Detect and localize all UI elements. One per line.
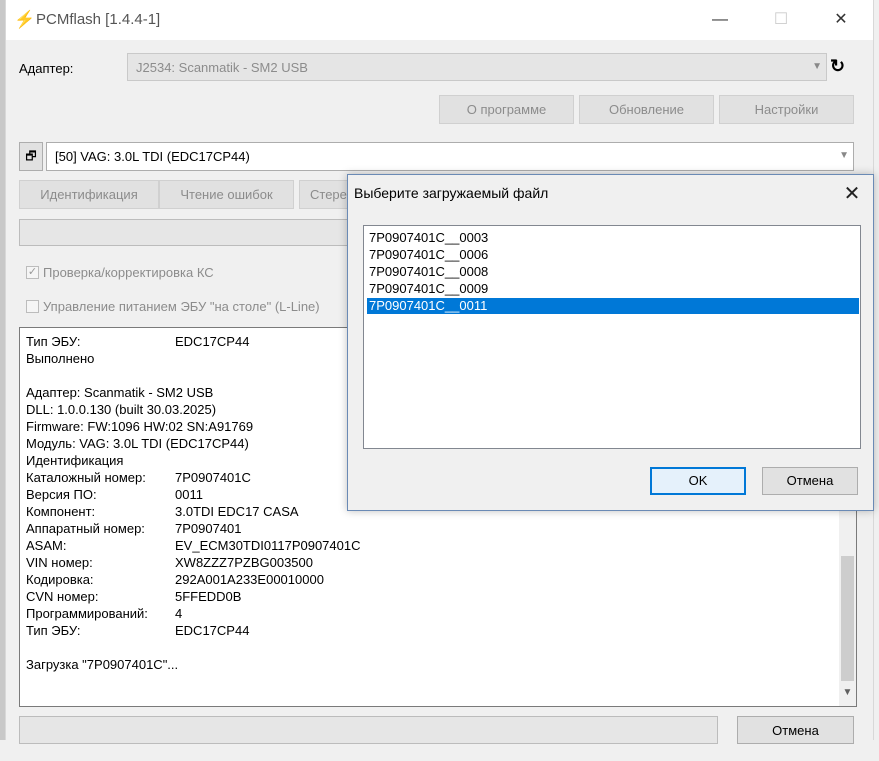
log-key: ASAM: [26, 538, 67, 553]
adapter-value: J2534: Scanmatik - SM2 USB [136, 60, 308, 75]
dialog-title: Выберите загружаемый файл [354, 185, 549, 201]
lightning-icon: ⚡ [14, 10, 36, 29]
log-key: CVN номер: [26, 589, 99, 604]
progress-bar [19, 219, 354, 246]
log-key: VIN номер: [26, 555, 93, 570]
list-item[interactable]: 7P0907401C__0009 [367, 281, 859, 297]
close-button[interactable]: ✕ [818, 0, 864, 40]
adapter-select[interactable]: J2534: Scanmatik - SM2 USB ▼ [127, 53, 827, 81]
window-title: PCMflash [1.4.4-1] [36, 11, 161, 28]
log-key: Кодировка: [26, 572, 94, 587]
log-value: 3.0TDI EDC17 CASA [175, 504, 299, 519]
dialog-cancel-button[interactable]: Отмена [762, 467, 858, 495]
log-line: Идентификация [26, 453, 124, 468]
read-errors-button[interactable]: Чтение ошибок [159, 180, 294, 209]
log-value: 7P0907401 [175, 521, 242, 536]
adapter-label: Адаптер: [19, 61, 74, 76]
bottom-progress-bar [19, 716, 718, 744]
log-value: 292A001A233E00010000 [175, 572, 324, 587]
log-line: DLL: 1.0.0.130 (built 30.03.2025) [26, 402, 217, 417]
scroll-thumb[interactable] [841, 556, 854, 681]
log-key: Выполнено [26, 351, 95, 366]
list-item-selected[interactable]: 7P0907401C__0011 [367, 298, 859, 314]
log-key: Версия ПО: [26, 487, 97, 502]
checksum-label: Проверка/корректировка КС [43, 265, 214, 280]
cancel-button[interactable]: Отмена [737, 716, 854, 744]
log-value: 4 [175, 606, 183, 621]
log-line: Загрузка "7P0907401C"... [26, 657, 179, 672]
chevron-down-icon: ▼ [812, 61, 822, 72]
file-select-dialog: Выберите загружаемый файл ✕ 7P0907401C__… [347, 174, 874, 511]
checksum-checkbox[interactable]: ✓ [26, 266, 39, 279]
erase-errors-button[interactable]: Стере [299, 180, 353, 209]
log-value: 0011 [175, 487, 203, 502]
log-key: Каталожный номер: [26, 470, 146, 485]
log-key: Компонент: [26, 504, 96, 519]
log-line: Модуль: VAG: 3.0L TDI (EDC17CP44) [26, 436, 249, 451]
log-value: EV_ECM30TDI0117P0907401C [175, 538, 361, 553]
log-key: Аппаратный номер: [26, 521, 145, 536]
chevron-down-icon: ▼ [839, 150, 849, 161]
window-icon[interactable]: 🗗 [19, 142, 43, 171]
refresh-icon[interactable]: ↻ [830, 56, 845, 77]
about-button[interactable]: О программе [439, 95, 574, 124]
log-key: Тип ЭБУ: [26, 623, 81, 638]
log-value: EDC17CP44 [175, 623, 250, 638]
log-value: XW8ZZZ7PZBG003500 [175, 555, 313, 570]
module-select[interactable]: [50] VAG: 3.0L TDI (EDC17CP44) ▼ [46, 142, 854, 171]
ok-button[interactable]: OK [650, 467, 746, 495]
maximize-button[interactable]: ☐ [758, 0, 804, 40]
log-value: 7P0907401C [175, 470, 251, 485]
list-item[interactable]: 7P0907401C__0003 [367, 230, 859, 246]
settings-button[interactable]: Настройки [719, 95, 854, 124]
power-checkbox[interactable] [26, 300, 39, 313]
log-line: Firmware: FW:1096 HW:02 SN:A91769 [26, 419, 254, 434]
power-label: Управление питанием ЭБУ "на столе" (L-Li… [43, 299, 320, 314]
log-line: Адаптер: Scanmatik - SM2 USB [26, 385, 214, 400]
file-list[interactable]: 7P0907401C__0003 7P0907401C__0006 7P0907… [363, 225, 861, 449]
log-key: Тип ЭБУ: [26, 334, 81, 349]
scroll-down-icon[interactable]: ▼ [839, 684, 856, 701]
title-bar[interactable]: ⚡ PCMflash [1.4.4-1] — ☐ ✕ [6, 0, 873, 40]
module-value: [50] VAG: 3.0L TDI (EDC17CP44) [55, 149, 250, 164]
list-item[interactable]: 7P0907401C__0006 [367, 247, 859, 263]
minimize-button[interactable]: — [697, 0, 743, 40]
identification-button[interactable]: Идентификация [19, 180, 159, 209]
log-key: Программирований: [26, 606, 148, 621]
log-value: EDC17CP44 [175, 334, 250, 349]
log-value: 5FFEDD0B [175, 589, 242, 604]
close-icon[interactable]: ✕ [837, 179, 867, 209]
update-button[interactable]: Обновление [579, 95, 714, 124]
list-item[interactable]: 7P0907401C__0008 [367, 264, 859, 280]
